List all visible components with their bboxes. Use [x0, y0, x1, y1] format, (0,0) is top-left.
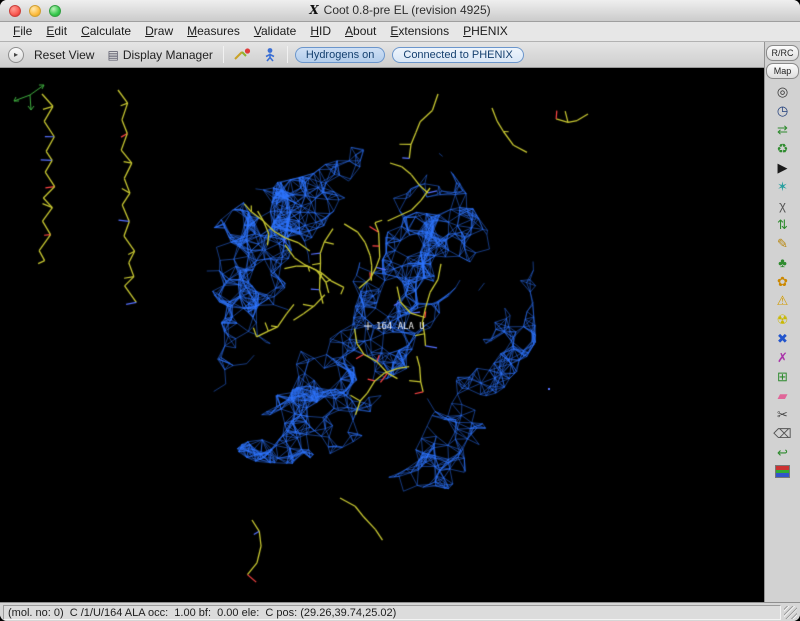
main-toolbar: ▸ Reset View ▤ Display Manager — [0, 42, 764, 68]
body-row: ▸ Reset View ▤ Display Manager — [0, 42, 800, 602]
bond-and-atom-button[interactable] — [231, 46, 253, 63]
menu-item-about[interactable]: About — [338, 22, 383, 41]
radioactive-icon[interactable]: ☢ — [765, 310, 800, 329]
right-toolbar: R/RC Map ◎◷⇄♻▶✶χ⇅✎♣✿⚠☢✖✗⊞▰✂⌫↩ — [764, 42, 800, 602]
rgb-stripes-icon[interactable] — [765, 462, 800, 481]
phenix-connection-button[interactable]: Connected to PHENIX — [392, 47, 523, 63]
menu-item-hid[interactable]: HID — [303, 22, 338, 41]
blue-figure-icon — [262, 47, 278, 62]
menu-item-file[interactable]: File — [6, 22, 39, 41]
toolbar-separator — [223, 46, 224, 63]
reset-view-button[interactable]: Reset View — [31, 46, 97, 64]
menu-item-extensions[interactable]: Extensions — [383, 22, 456, 41]
menu-item-measures[interactable]: Measures — [180, 22, 247, 41]
updown-arrows-icon[interactable]: ⇅ — [765, 215, 800, 234]
menu-bar: FileEditCalculateDrawMeasuresValidateHID… — [0, 22, 800, 42]
status-text: (mol. no: 0) C /1/U/164 ALA occ: 1.00 bf… — [3, 605, 781, 620]
clock-icon[interactable]: ◷ — [765, 101, 800, 120]
chi-angle-icon[interactable]: χ — [765, 196, 800, 215]
bond-and-atom-icon — [233, 47, 251, 62]
display-manager-button[interactable]: ▤ Display Manager — [104, 46, 215, 64]
compass-icon[interactable]: ◎ — [765, 82, 800, 101]
plus-box-icon[interactable]: ⊞ — [765, 367, 800, 386]
resize-grip[interactable] — [784, 606, 797, 619]
toolbar-separator — [287, 46, 288, 63]
window-title-text: Coot 0.8-pre EL (revision 4925) — [324, 3, 491, 17]
window-title: X Coot 0.8-pre EL (revision 4925) — [0, 0, 800, 21]
menu-item-validate[interactable]: Validate — [247, 22, 304, 41]
reset-view-label: Reset View — [34, 48, 94, 62]
delete-icon[interactable]: ⌫ — [765, 424, 800, 443]
window-controls — [9, 5, 61, 17]
stick-figure-button[interactable] — [260, 46, 280, 63]
display-manager-label: Display Manager — [123, 48, 213, 62]
toolbar-overflow-button[interactable]: ▸ — [8, 47, 24, 63]
hydrogens-toggle[interactable]: Hydrogens on — [295, 47, 386, 63]
eraser-icon[interactable]: ▰ — [765, 386, 800, 405]
menu-item-draw[interactable]: Draw — [138, 22, 180, 41]
menu-item-phenix[interactable]: PHENIX — [456, 22, 515, 41]
title-bar: X Coot 0.8-pre EL (revision 4925) — [0, 0, 800, 22]
rrc-button[interactable]: R/RC — [766, 45, 799, 61]
pencil-icon[interactable]: ✎ — [765, 234, 800, 253]
x11-icon: X — [309, 3, 318, 17]
x-mark-icon[interactable]: ✗ — [765, 348, 800, 367]
map-button[interactable]: Map — [766, 63, 799, 79]
sparkle-icon[interactable]: ✶ — [765, 177, 800, 196]
flower-icon[interactable]: ✿ — [765, 272, 800, 291]
scissors-icon[interactable]: ✂ — [765, 405, 800, 424]
display-manager-icon: ▤ — [107, 48, 118, 62]
tree-icon[interactable]: ♣ — [765, 253, 800, 272]
close-button[interactable] — [9, 5, 21, 17]
warning-icon[interactable]: ⚠ — [765, 291, 800, 310]
3d-canvas[interactable] — [0, 68, 764, 602]
status-bar: (mol. no: 0) C /1/U/164 ALA occ: 1.00 bf… — [0, 602, 800, 621]
play-icon[interactable]: ▶ — [765, 158, 800, 177]
zoom-button[interactable] — [49, 5, 61, 17]
menu-item-calculate[interactable]: Calculate — [74, 22, 138, 41]
left-column: ▸ Reset View ▤ Display Manager — [0, 42, 764, 602]
menu-item-edit[interactable]: Edit — [39, 22, 74, 41]
undo-arrow-icon[interactable]: ↩ — [765, 443, 800, 462]
recycle-icon[interactable]: ♻ — [765, 139, 800, 158]
cross-icon[interactable]: ✖ — [765, 329, 800, 348]
swap-arrows-icon[interactable]: ⇄ — [765, 120, 800, 139]
coot-window: X Coot 0.8-pre EL (revision 4925) FileEdi… — [0, 0, 800, 621]
right-rail-icons: ◎◷⇄♻▶✶χ⇅✎♣✿⚠☢✖✗⊞▰✂⌫↩ — [765, 82, 800, 481]
minimize-button[interactable] — [29, 5, 41, 17]
gl-viewport[interactable] — [0, 68, 764, 602]
